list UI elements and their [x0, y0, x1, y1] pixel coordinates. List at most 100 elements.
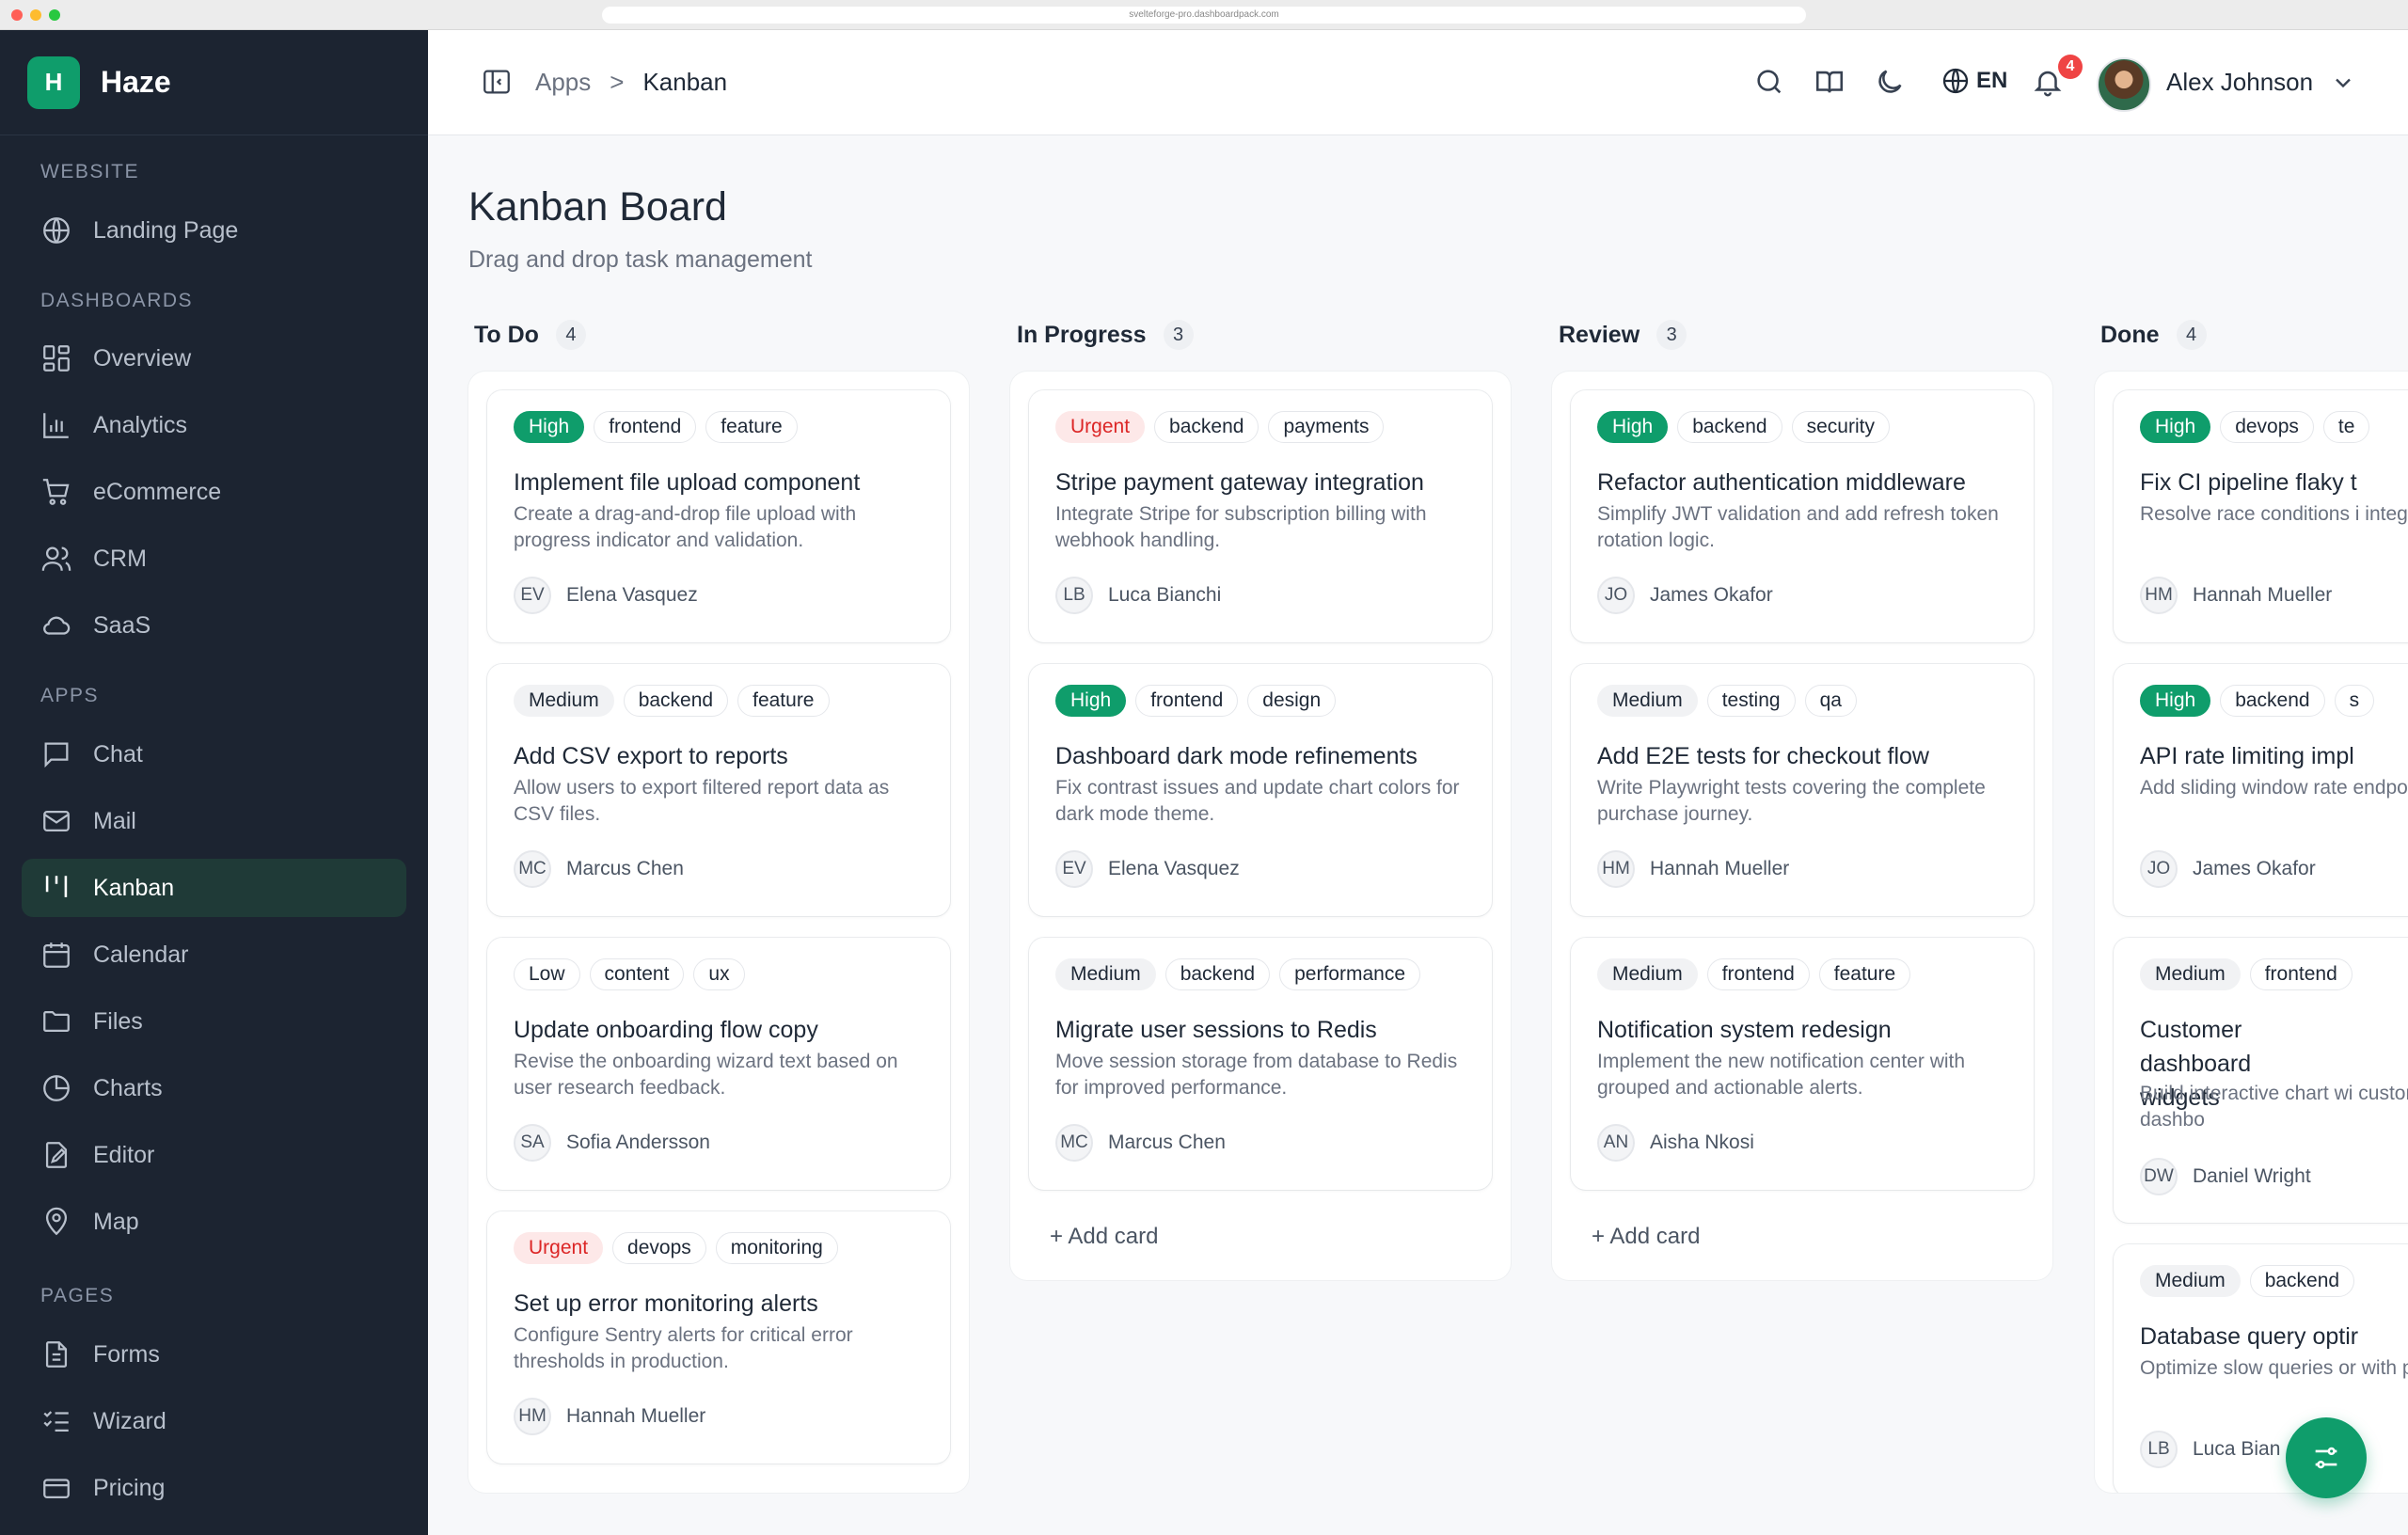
sidebar-item-forms[interactable]: Forms [22, 1325, 406, 1384]
add-card-button[interactable]: + Add card [1050, 1224, 1158, 1250]
sidebar-item-map[interactable]: Map [22, 1193, 406, 1251]
card-description: Integrate Stripe for subscription billin… [1055, 503, 1427, 551]
tag-chip: feature [737, 685, 830, 717]
card-description: Resolve race conditions i integration te… [2140, 503, 2408, 525]
tag-chip: design [1247, 685, 1337, 717]
column-title: In Progress [1017, 321, 1147, 348]
kanban-card[interactable]: Urgent devops monitoring Set up error monit… [487, 1211, 950, 1464]
kanban-column-in-progress[interactable]: Urgent backend payments Stripe payment gate… [1010, 372, 1511, 1280]
chevron-down-icon[interactable] [2330, 70, 2356, 96]
column-header-todo: To Do 4 [474, 320, 586, 350]
sidebar-item-kanban[interactable]: Kanban [22, 859, 406, 917]
sidebar-item-calendar[interactable]: Calendar [22, 926, 406, 984]
card-description: Move session storage from database to Re… [1055, 1051, 1458, 1099]
column-count: 3 [1656, 320, 1687, 350]
sidebar-item-chat[interactable]: Chat [22, 725, 406, 783]
kanban-card[interactable]: Medium backend performance Migrate user ses… [1029, 938, 1492, 1190]
priority-badge: High [514, 411, 585, 443]
sidebar-item-label: Chat [93, 740, 143, 768]
tag-chip: backend [1677, 411, 1782, 443]
minimize-window-button[interactable] [30, 9, 41, 21]
kanban-card[interactable]: Low content ux Update onboarding flow copy R… [487, 938, 950, 1190]
user-name[interactable]: Alex Johnson [2166, 68, 2313, 97]
search-icon[interactable] [1753, 66, 1785, 98]
kanban-card[interactable]: Medium frontend Customer dashboard widgets… [2114, 938, 2408, 1223]
card-description: Allow users to export filtered report da… [514, 777, 890, 825]
sidebar-item-ecommerce[interactable]: eCommerce [22, 463, 406, 521]
sidebar-item-label: Pricing [93, 1474, 166, 1501]
breadcrumb-apps-link[interactable]: Apps [535, 68, 591, 97]
kanban-card[interactable]: High devops te Fix CI pipeline flaky t Resol… [2114, 390, 2408, 642]
card-description: Optimize slow queries or with proper ind… [2140, 1357, 2408, 1379]
card-tags: Urgent backend payments [1055, 411, 1385, 443]
sidebar-toggle-icon[interactable] [481, 66, 513, 98]
tag-chip: feature [705, 411, 798, 443]
tag-chip: feature [1818, 958, 1911, 990]
sidebar-item-mail[interactable]: Mail [22, 792, 406, 850]
kanban-card[interactable]: Medium testing qa Add E2E tests for checkou… [1571, 664, 2034, 916]
sidebar-item-files[interactable]: Files [22, 992, 406, 1051]
kanban-card[interactable]: High frontend feature Implement file upload… [487, 390, 950, 642]
kanban-card[interactable]: Medium frontend feature Notification system… [1571, 938, 2034, 1190]
assignee-name: Marcus Chen [566, 858, 684, 879]
card-title: Database query optir [2140, 1323, 2359, 1350]
brand[interactable]: H Haze [0, 30, 428, 135]
assignee-avatar: HM [514, 1398, 551, 1435]
globe-icon [43, 217, 70, 244]
kanban-card[interactable]: Medium backend feature Add CSV export to re… [487, 664, 950, 916]
add-card-button[interactable]: + Add card [1592, 1224, 1700, 1250]
customizer-fab-button[interactable] [2286, 1417, 2367, 1498]
assignee-name: Hannah Mueller [566, 1405, 706, 1427]
moon-icon[interactable] [1874, 66, 1906, 98]
priority-badge: Medium [1597, 685, 1698, 717]
kanban-card[interactable]: Urgent backend payments Stripe payment gate… [1029, 390, 1492, 642]
kanban-column-review[interactable]: High backend security Refactor authenticati… [1552, 372, 2052, 1280]
assignee-name: Daniel Wright [2193, 1165, 2311, 1187]
credit-card-icon [43, 1479, 70, 1499]
sidebar-item-editor[interactable]: Editor [22, 1126, 406, 1184]
sidebar-item-wizard[interactable]: Wizard [22, 1392, 406, 1450]
card-assignee: JO James Okafor [2140, 850, 2316, 888]
kanban-card[interactable]: High backend security Refactor authenticati… [1571, 390, 2034, 642]
sidebar-item-analytics[interactable]: Analytics [22, 396, 406, 454]
sidebar-item-saas[interactable]: SaaS [22, 596, 406, 655]
kanban-column-todo[interactable]: High frontend feature Implement file upload… [468, 372, 969, 1493]
kanban-column-done[interactable]: High devops te Fix CI pipeline flaky t Resol… [2095, 372, 2408, 1493]
sidebar-item-charts[interactable]: Charts [22, 1059, 406, 1117]
maximize-window-button[interactable] [49, 9, 60, 21]
breadcrumb: Apps > Kanban [535, 68, 727, 97]
notification-badge: 4 [2058, 55, 2083, 79]
card-assignee: JO James Okafor [1597, 577, 1773, 614]
sidebar-item-crm[interactable]: CRM [22, 530, 406, 588]
sidebar-item-label: eCommerce [93, 478, 222, 505]
assignee-avatar: SA [514, 1124, 551, 1162]
tag-chip: monitoring [715, 1232, 838, 1264]
card-description: Configure Sentry alerts for critical err… [514, 1324, 853, 1372]
tag-chip: te [2322, 411, 2370, 443]
sidebar-item-landing-page[interactable]: Landing Page [22, 201, 406, 260]
sidebar-item-overview[interactable]: Overview [22, 329, 406, 388]
window-controls [11, 9, 60, 21]
kanban-card[interactable]: High backend s API rate limiting impl Add sl… [2114, 664, 2408, 916]
avatar[interactable] [2097, 57, 2151, 112]
sidebar-item-pricing[interactable]: Pricing [22, 1459, 406, 1517]
section-label-website: WEBSITE [40, 161, 140, 182]
card-tags: High frontend feature [514, 411, 798, 443]
address-bar[interactable]: svelteforge-pro.dashboardpack.com [602, 7, 1806, 24]
close-window-button[interactable] [11, 9, 23, 21]
kanban-card[interactable]: High frontend design Dashboard dark mode re… [1029, 664, 1492, 916]
language-switcher[interactable]: EN [1941, 66, 2007, 96]
sidebar-item-label: Analytics [93, 411, 188, 438]
card-title: Update onboarding flow copy [514, 1017, 818, 1043]
language-code: EN [1976, 68, 2008, 93]
priority-badge: Medium [1055, 958, 1156, 990]
assignee-name: Hannah Mueller [1650, 858, 1790, 879]
brand-logo: H [27, 55, 80, 109]
card-tags: Medium testing qa [1597, 685, 1857, 717]
column-title: Done [2100, 321, 2160, 348]
book-icon[interactable] [1814, 66, 1846, 98]
card-description: Implement the new notification center wi… [1597, 1051, 1966, 1099]
card-tags: High backend security [1597, 411, 1890, 443]
pie-chart-icon [43, 1075, 70, 1101]
assignee-avatar: MC [514, 850, 551, 888]
